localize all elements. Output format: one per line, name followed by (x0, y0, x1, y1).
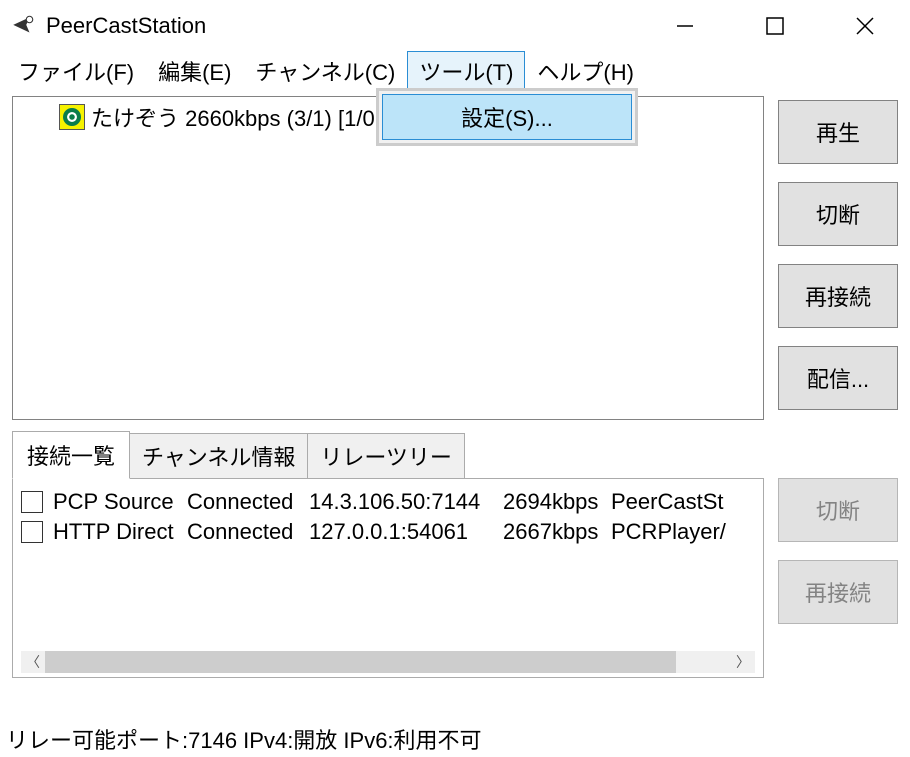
conn-state: Connected (187, 519, 309, 545)
conn-bw: 2667kbps (503, 519, 611, 545)
channel-text: たけぞう 2660kbps (3/1) [1/0 (91, 101, 375, 133)
scroll-left-icon[interactable]: 〈 (21, 651, 45, 673)
row-checkbox[interactable] (21, 491, 43, 513)
disconnect-button[interactable]: 切断 (778, 182, 898, 246)
channel-buttons: 再生 切断 再接続 配信... (778, 96, 898, 420)
conn-disconnect-button[interactable]: 切断 (778, 478, 898, 542)
play-button[interactable]: 再生 (778, 100, 898, 164)
horizontal-scrollbar[interactable]: 〈 〉 (21, 651, 755, 673)
connection-row[interactable]: PCP Source Connected 14.3.106.50:7144 26… (21, 487, 755, 517)
tools-dropdown: 設定(S)... (376, 88, 638, 146)
conn-bw: 2694kbps (503, 489, 611, 515)
scroll-right-icon[interactable]: 〉 (731, 651, 755, 673)
maximize-button[interactable] (730, 0, 820, 52)
conn-proto: PCP Source (53, 489, 187, 515)
conn-addr: 127.0.0.1:54061 (309, 519, 503, 545)
connection-row[interactable]: HTTP Direct Connected 127.0.0.1:54061 26… (21, 517, 755, 547)
status-bar: リレー可能ポート:7146 IPv4:開放 IPv6:利用不可 (6, 723, 482, 755)
tab-channel-info[interactable]: チャンネル情報 (129, 433, 308, 479)
conn-state: Connected (187, 489, 309, 515)
conn-addr: 14.3.106.50:7144 (309, 489, 503, 515)
minimize-button[interactable] (640, 0, 730, 52)
scroll-track[interactable] (45, 651, 731, 673)
conn-reconnect-button[interactable]: 再接続 (778, 560, 898, 624)
tab-body: PCP Source Connected 14.3.106.50:7144 26… (12, 478, 764, 678)
conn-agent: PeerCastSt (611, 489, 724, 515)
menu-settings[interactable]: 設定(S)... (382, 94, 632, 140)
tab-connections[interactable]: 接続一覧 (12, 431, 130, 479)
titlebar: PeerCastStation (0, 0, 910, 52)
tabs-container: 接続一覧 チャンネル情報 リレーツリー PCP Source Connected… (12, 432, 764, 678)
scroll-thumb[interactable] (45, 651, 676, 673)
tabstrip: 接続一覧 チャンネル情報 リレーツリー (12, 433, 764, 479)
menu-channel[interactable]: チャンネル(C) (243, 51, 407, 91)
close-button[interactable] (820, 0, 910, 52)
channel-status-icon (59, 104, 85, 130)
connection-buttons: 切断 再接続 (778, 432, 898, 678)
app-title: PeerCastStation (46, 13, 206, 39)
row-checkbox[interactable] (21, 521, 43, 543)
conn-proto: HTTP Direct (53, 519, 187, 545)
reconnect-button[interactable]: 再接続 (778, 264, 898, 328)
tab-relay-tree[interactable]: リレーツリー (307, 433, 465, 479)
menu-tools[interactable]: ツール(T) (407, 51, 525, 91)
menu-help[interactable]: ヘルプ(H) (525, 51, 646, 91)
menu-edit[interactable]: 編集(E) (146, 51, 243, 91)
app-icon (10, 13, 36, 39)
menubar: ファイル(F) 編集(E) チャンネル(C) ツール(T) ヘルプ(H) (0, 52, 910, 90)
broadcast-button[interactable]: 配信... (778, 346, 898, 410)
lower-panel: 接続一覧 チャンネル情報 リレーツリー PCP Source Connected… (0, 420, 910, 678)
conn-agent: PCRPlayer/ (611, 519, 726, 545)
connection-list[interactable]: PCP Source Connected 14.3.106.50:7144 26… (21, 487, 755, 645)
menu-file[interactable]: ファイル(F) (6, 51, 146, 91)
window-controls (640, 0, 910, 52)
